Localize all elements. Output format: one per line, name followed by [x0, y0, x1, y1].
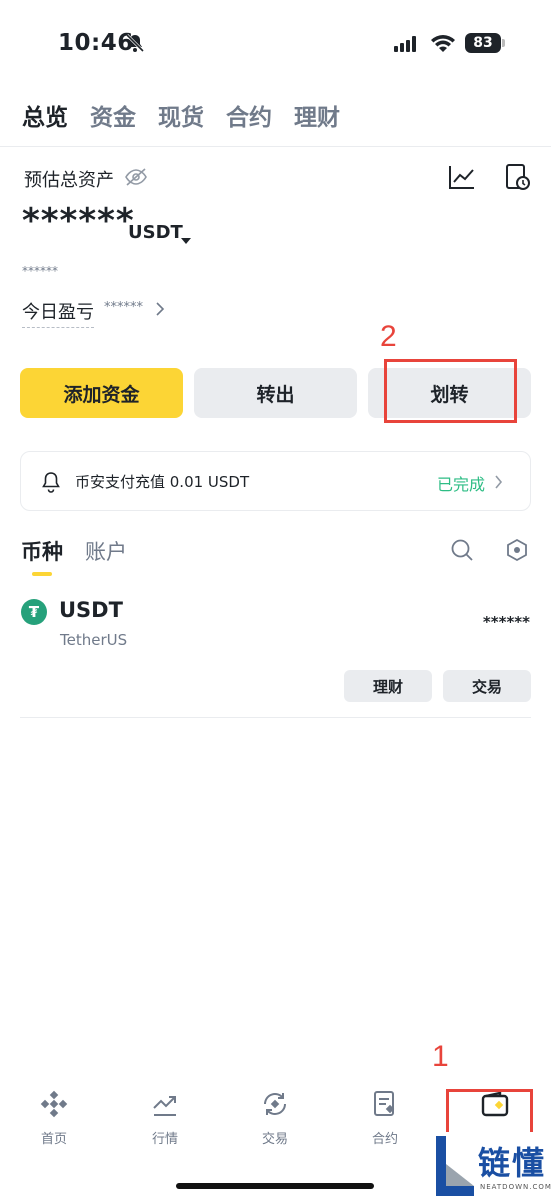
nav-home[interactable]: 首页: [4, 1090, 104, 1147]
nav-futures-label: 合约: [371, 1132, 398, 1147]
total-balance: ******: [22, 201, 135, 241]
usdt-logo-icon: ₮: [21, 599, 47, 625]
top-tabs: 总览 资金 现货 合约 理财: [22, 98, 340, 132]
tab-accounts[interactable]: 账户: [85, 536, 127, 566]
eye-hidden-icon[interactable]: [124, 167, 148, 191]
battery-indicator: 83: [465, 33, 501, 53]
chevron-right-icon: [495, 474, 503, 493]
cellular-signal-icon: [394, 36, 420, 56]
watermark-url: NEATDOWN.COM: [480, 1183, 551, 1191]
tab-spot[interactable]: 现货: [158, 98, 204, 132]
tab-overview[interactable]: 总览: [22, 98, 68, 132]
bell-muted-icon: [125, 33, 145, 57]
earn-button[interactable]: 理财: [344, 670, 432, 702]
today-pnl-value: ******: [104, 300, 143, 315]
trade-button[interactable]: 交易: [443, 670, 531, 702]
coin-symbol: USDT: [59, 598, 123, 622]
add-funds-button[interactable]: 添加资金: [20, 368, 183, 418]
chevron-right-icon[interactable]: [155, 301, 165, 321]
caret-down-icon[interactable]: [181, 230, 191, 249]
notice-status: 已完成: [437, 475, 486, 494]
search-icon[interactable]: [450, 538, 474, 566]
history-icon[interactable]: [505, 163, 531, 195]
battery-tip: [502, 39, 505, 47]
watermark: 链懂 NEATDOWN.COM: [432, 1132, 551, 1200]
today-pnl-label[interactable]: 今日盈亏: [22, 298, 94, 328]
futures-document-icon: [371, 1091, 399, 1122]
nav-markets[interactable]: 行情: [115, 1090, 215, 1147]
home-indicator: [176, 1183, 374, 1189]
bell-icon: [41, 471, 61, 497]
balance-fiat-value: ******: [22, 264, 58, 278]
row-divider: [20, 717, 531, 718]
binance-logo-icon: [40, 1090, 68, 1122]
tabs-divider: [0, 146, 551, 147]
nav-futures[interactable]: 合约: [335, 1090, 435, 1147]
watermark-logo-icon: [436, 1136, 474, 1196]
notice-text: 币安支付充值 0.01 USDT: [75, 473, 250, 491]
status-bar: 10:46 83: [0, 0, 551, 90]
coin-name: TetherUS: [60, 631, 128, 649]
nav-home-label: 首页: [40, 1132, 67, 1147]
tab-funding[interactable]: 资金: [90, 98, 136, 132]
tab-coins[interactable]: 币种: [21, 536, 63, 566]
estimated-assets-label: 预估总资产: [24, 170, 114, 191]
trade-exchange-icon: [260, 1093, 290, 1122]
nav-trade-label: 交易: [261, 1132, 288, 1147]
active-tab-indicator: [32, 572, 52, 576]
annotation-highlight-transfer: [384, 359, 517, 423]
nav-trade[interactable]: 交易: [225, 1090, 325, 1147]
settings-hexagon-icon[interactable]: [505, 538, 529, 566]
coin-amount: ******: [482, 613, 530, 631]
watermark-text: 链懂: [478, 1144, 547, 1182]
nav-markets-label: 行情: [151, 1132, 178, 1147]
chart-icon[interactable]: [448, 164, 476, 194]
wifi-icon: [430, 34, 456, 57]
annotation-step-1: 1: [432, 1040, 449, 1073]
tab-earn[interactable]: 理财: [294, 98, 340, 132]
withdraw-button[interactable]: 转出: [194, 368, 357, 418]
tab-futures[interactable]: 合约: [226, 98, 272, 132]
deposit-notice[interactable]: 币安支付充值 0.01 USDT 已完成: [20, 451, 531, 511]
annotation-step-2: 2: [380, 320, 397, 353]
markets-chart-icon: [151, 1096, 179, 1122]
status-time: 10:46: [58, 30, 134, 56]
currency-selector[interactable]: USDT: [128, 222, 183, 243]
